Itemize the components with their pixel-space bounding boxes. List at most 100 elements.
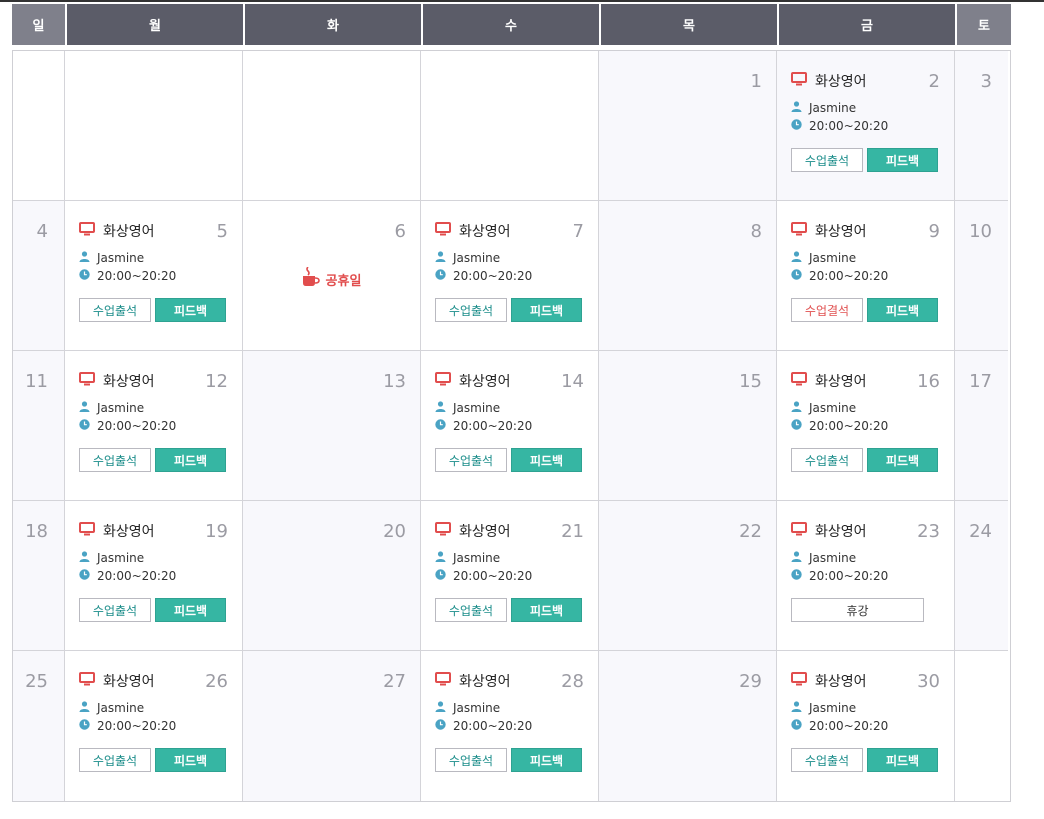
calendar-day-cell: 3 <box>955 51 1008 201</box>
feedback-button[interactable]: 피드백 <box>511 298 582 322</box>
lesson-title-text: 화상영어 <box>103 224 155 240</box>
lesson-title-text: 화상영어 <box>103 674 155 690</box>
time-info: 20:00~20:20 <box>791 569 888 583</box>
day-number: 8 <box>750 221 762 242</box>
lesson-title: 화상영어 <box>791 671 867 691</box>
attend-button[interactable]: 수업출석 <box>435 448 507 472</box>
attend-button[interactable]: 수업출석 <box>791 748 863 772</box>
feedback-button[interactable]: 피드백 <box>511 448 582 472</box>
day-number: 6 <box>394 221 406 242</box>
teacher-name: Jasmine <box>809 251 857 265</box>
attend-button[interactable]: 수업출석 <box>79 748 151 772</box>
calendar-day-cell: 16 화상영어 Jasmine 20:00~20:20 수업출석 피드백 <box>777 351 955 501</box>
lesson-title-text: 화상영어 <box>815 374 867 390</box>
day-number: 9 <box>928 221 940 242</box>
user-icon <box>435 401 446 415</box>
calendar-day-cell: 10 <box>955 201 1008 351</box>
attend-button[interactable]: 수업출석 <box>79 298 151 322</box>
video-icon <box>79 222 95 240</box>
lesson-title: 화상영어 <box>79 371 155 391</box>
feedback-button[interactable]: 피드백 <box>155 598 226 622</box>
teacher-name: Jasmine <box>809 701 857 715</box>
attend-button[interactable]: 수업출석 <box>791 448 863 472</box>
teacher-name: Jasmine <box>453 551 501 565</box>
teacher-info: Jasmine <box>791 101 856 115</box>
calendar-day-cell: 8 <box>599 201 777 351</box>
lesson-title-text: 화상영어 <box>459 524 511 540</box>
day-number: 7 <box>572 221 584 242</box>
day-number: 25 <box>25 671 48 692</box>
feedback-button[interactable]: 피드백 <box>155 748 226 772</box>
day-number: 1 <box>750 71 762 92</box>
lesson-time: 20:00~20:20 <box>809 119 889 133</box>
calendar-day-cell: 23 화상영어 Jasmine 20:00~20:20 휴강 <box>777 501 955 651</box>
lesson-time: 20:00~20:20 <box>809 419 889 433</box>
video-icon <box>791 72 807 90</box>
time-info: 20:00~20:20 <box>791 419 888 433</box>
calendar-day-cell <box>955 651 1008 801</box>
teacher-info: Jasmine <box>435 401 500 415</box>
clock-icon <box>79 569 90 583</box>
user-icon <box>791 251 802 265</box>
video-icon <box>435 522 451 540</box>
feedback-button[interactable]: 피드백 <box>867 748 938 772</box>
teacher-name: Jasmine <box>453 251 501 265</box>
user-icon <box>79 401 90 415</box>
calendar-day-cell: 26 화상영어 Jasmine 20:00~20:20 수업출석 피드백 <box>65 651 243 801</box>
clock-icon <box>791 719 802 733</box>
attend-button[interactable]: 수업출석 <box>435 298 507 322</box>
feedback-button[interactable]: 피드백 <box>511 598 582 622</box>
attend-button[interactable]: 수업출석 <box>435 748 507 772</box>
absent-button[interactable]: 수업결석 <box>791 298 863 322</box>
day-number: 23 <box>917 521 940 542</box>
calendar-day-cell: 20 <box>243 501 421 651</box>
lesson-title-text: 화상영어 <box>815 74 867 90</box>
calendar-day-cell: 27 <box>243 651 421 801</box>
top-divider <box>0 0 1044 2</box>
feedback-button[interactable]: 피드백 <box>155 298 226 322</box>
time-info: 20:00~20:20 <box>79 719 176 733</box>
video-icon <box>79 672 95 690</box>
day-number: 4 <box>36 221 48 242</box>
calendar-day-cell: 5 화상영어 Jasmine 20:00~20:20 수업출석 피드백 <box>65 201 243 351</box>
calendar-day-cell <box>65 51 243 201</box>
feedback-button[interactable]: 피드백 <box>867 148 938 172</box>
attend-button[interactable]: 수업출석 <box>79 598 151 622</box>
attend-button[interactable]: 수업출석 <box>435 598 507 622</box>
feedback-button[interactable]: 피드백 <box>511 748 582 772</box>
rest-button[interactable]: 휴강 <box>791 598 924 622</box>
clock-icon <box>791 569 802 583</box>
attend-button[interactable]: 수업출석 <box>79 448 151 472</box>
day-number: 27 <box>383 671 406 692</box>
feedback-button[interactable]: 피드백 <box>867 448 938 472</box>
attend-button[interactable]: 수업출석 <box>791 148 863 172</box>
lesson-title: 화상영어 <box>435 371 511 391</box>
user-icon <box>79 701 90 715</box>
time-info: 20:00~20:20 <box>435 419 532 433</box>
user-icon <box>79 251 90 265</box>
clock-icon <box>791 269 802 283</box>
time-info: 20:00~20:20 <box>79 269 176 283</box>
calendar-day-cell: 25 <box>13 651 65 801</box>
weekday-header: 일 월 화 수 목 금 토 <box>12 4 1011 45</box>
clock-icon <box>435 569 446 583</box>
feedback-button[interactable]: 피드백 <box>155 448 226 472</box>
time-info: 20:00~20:20 <box>435 269 532 283</box>
day-number: 16 <box>917 371 940 392</box>
day-number: 18 <box>25 521 48 542</box>
lesson-title-text: 화상영어 <box>815 224 867 240</box>
feedback-button[interactable]: 피드백 <box>867 298 938 322</box>
calendar-day-cell: 4 <box>13 201 65 351</box>
time-info: 20:00~20:20 <box>79 419 176 433</box>
calendar-day-cell: 9 화상영어 Jasmine 20:00~20:20 수업결석 피드백 <box>777 201 955 351</box>
teacher-info: Jasmine <box>435 551 500 565</box>
calendar-day-cell: 13 <box>243 351 421 501</box>
calendar-day-cell <box>13 51 65 201</box>
calendar-day-cell: 15 <box>599 351 777 501</box>
user-icon <box>791 101 802 115</box>
lesson-time: 20:00~20:20 <box>453 719 533 733</box>
time-info: 20:00~20:20 <box>79 569 176 583</box>
lesson-title: 화상영어 <box>79 221 155 241</box>
day-number: 3 <box>980 71 992 92</box>
holiday-label: 공휴일 <box>243 266 420 291</box>
